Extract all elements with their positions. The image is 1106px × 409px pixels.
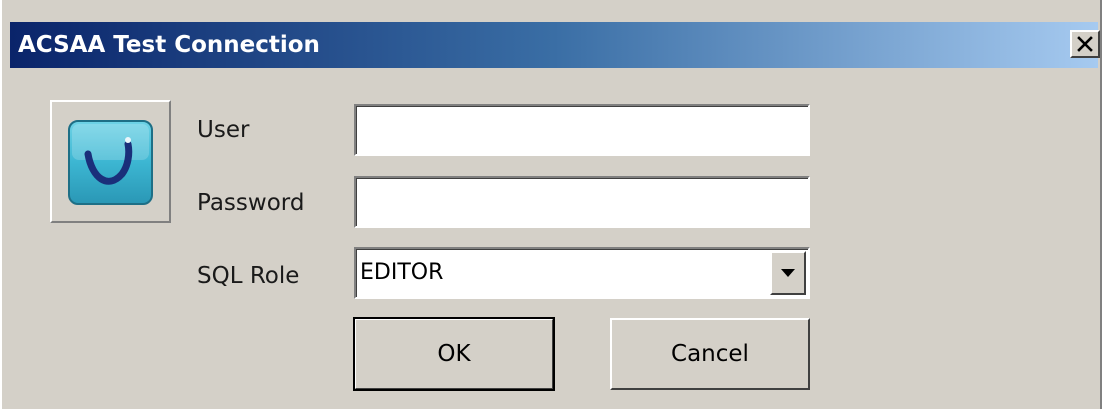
dialog-window: ACSAA Test Connection User Password SQL: [0, 0, 1102, 409]
logo-button[interactable]: [50, 100, 171, 223]
sql-role-select[interactable]: EDITOR: [354, 247, 810, 299]
user-input[interactable]: [354, 104, 810, 156]
close-icon: [1077, 36, 1093, 52]
password-label: Password: [197, 190, 305, 216]
dropdown-button[interactable]: [770, 251, 806, 295]
window-title: ACSAA Test Connection: [18, 32, 320, 58]
user-label: User: [197, 117, 250, 143]
sql-role-value: EDITOR: [360, 260, 444, 285]
sql-role-label: SQL Role: [197, 263, 300, 289]
cancel-button[interactable]: Cancel: [610, 318, 810, 390]
title-bar[interactable]: ACSAA Test Connection: [10, 22, 1100, 68]
close-button[interactable]: [1070, 30, 1100, 58]
chevron-down-icon: [781, 269, 795, 277]
acsaa-logo-icon: [68, 120, 153, 205]
ok-button[interactable]: OK: [353, 317, 555, 391]
password-input[interactable]: [354, 176, 810, 228]
